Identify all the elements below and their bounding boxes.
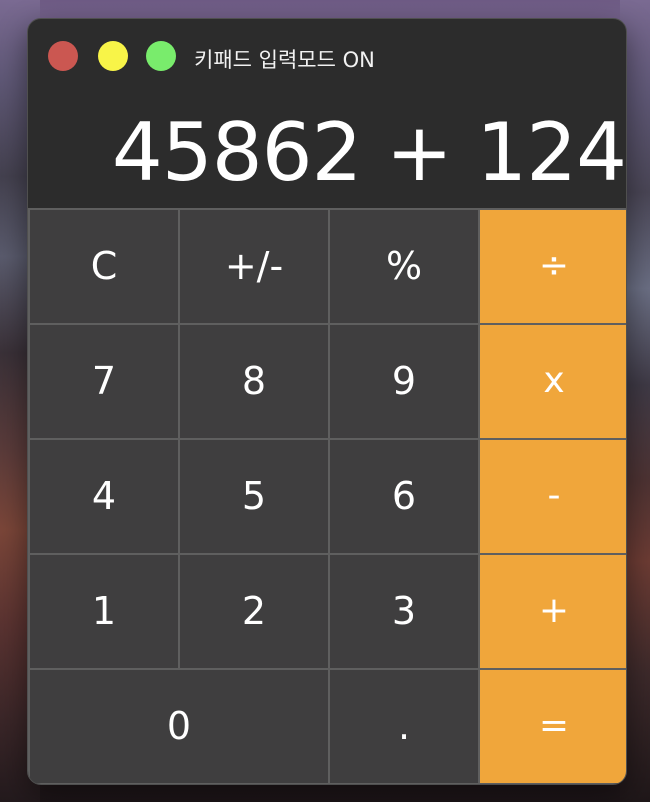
digit-4-label: 4 bbox=[91, 473, 117, 518]
percent-label: % bbox=[385, 243, 423, 288]
divide-button[interactable]: ÷ bbox=[480, 210, 626, 323]
digit-4-button[interactable]: 4 bbox=[30, 440, 178, 553]
digit-0-label: 0 bbox=[166, 703, 192, 748]
plus-button[interactable]: + bbox=[480, 555, 626, 668]
window-title: 키패드 입력모드 ON bbox=[194, 48, 375, 72]
result-display: 45862 + 124 bbox=[111, 106, 626, 199]
plus-label: + bbox=[538, 589, 570, 631]
digit-1-button[interactable]: 1 bbox=[30, 555, 178, 668]
percent-button[interactable]: % bbox=[330, 210, 478, 323]
calculator-window: 키패드 입력모드 ON 45862 + 124 C +/- % ÷ 7 8 9 … bbox=[27, 18, 627, 785]
clear-button[interactable]: C bbox=[30, 210, 178, 323]
digit-1-label: 1 bbox=[91, 588, 117, 633]
digit-3-label: 3 bbox=[391, 588, 417, 633]
digit-6-button[interactable]: 6 bbox=[330, 440, 478, 553]
close-button[interactable] bbox=[48, 41, 78, 71]
minus-label: - bbox=[547, 474, 561, 516]
digit-5-label: 5 bbox=[241, 473, 267, 518]
digit-6-label: 6 bbox=[391, 473, 417, 518]
minus-button[interactable]: - bbox=[480, 440, 626, 553]
digit-2-button[interactable]: 2 bbox=[180, 555, 328, 668]
digit-9-button[interactable]: 9 bbox=[330, 325, 478, 438]
sign-toggle-button[interactable]: +/- bbox=[180, 210, 328, 323]
digit-7-button[interactable]: 7 bbox=[30, 325, 178, 438]
multiply-button[interactable]: x bbox=[480, 325, 626, 438]
digit-3-button[interactable]: 3 bbox=[330, 555, 478, 668]
digit-5-button[interactable]: 5 bbox=[180, 440, 328, 553]
zoom-button[interactable] bbox=[146, 41, 176, 71]
digit-2-label: 2 bbox=[241, 588, 267, 633]
digit-7-label: 7 bbox=[91, 358, 117, 403]
decimal-label: . bbox=[397, 703, 411, 748]
equals-label: = bbox=[538, 704, 570, 746]
decimal-button[interactable]: . bbox=[330, 670, 478, 783]
divide-label: ÷ bbox=[538, 244, 570, 286]
minimize-button[interactable] bbox=[98, 41, 128, 71]
digit-9-label: 9 bbox=[391, 358, 417, 403]
digit-0-button[interactable]: 0 bbox=[30, 670, 328, 783]
keypad: C +/- % ÷ 7 8 9 x 4 5 6 - 1 2 3 + 0 . = bbox=[28, 208, 626, 784]
equals-button[interactable]: = bbox=[480, 670, 626, 783]
digit-8-label: 8 bbox=[241, 358, 267, 403]
digit-8-button[interactable]: 8 bbox=[180, 325, 328, 438]
sign-toggle-label: +/- bbox=[224, 243, 284, 288]
title-bar[interactable]: 키패드 입력모드 ON bbox=[28, 19, 626, 99]
clear-label: C bbox=[90, 243, 118, 288]
multiply-label: x bbox=[543, 359, 565, 401]
